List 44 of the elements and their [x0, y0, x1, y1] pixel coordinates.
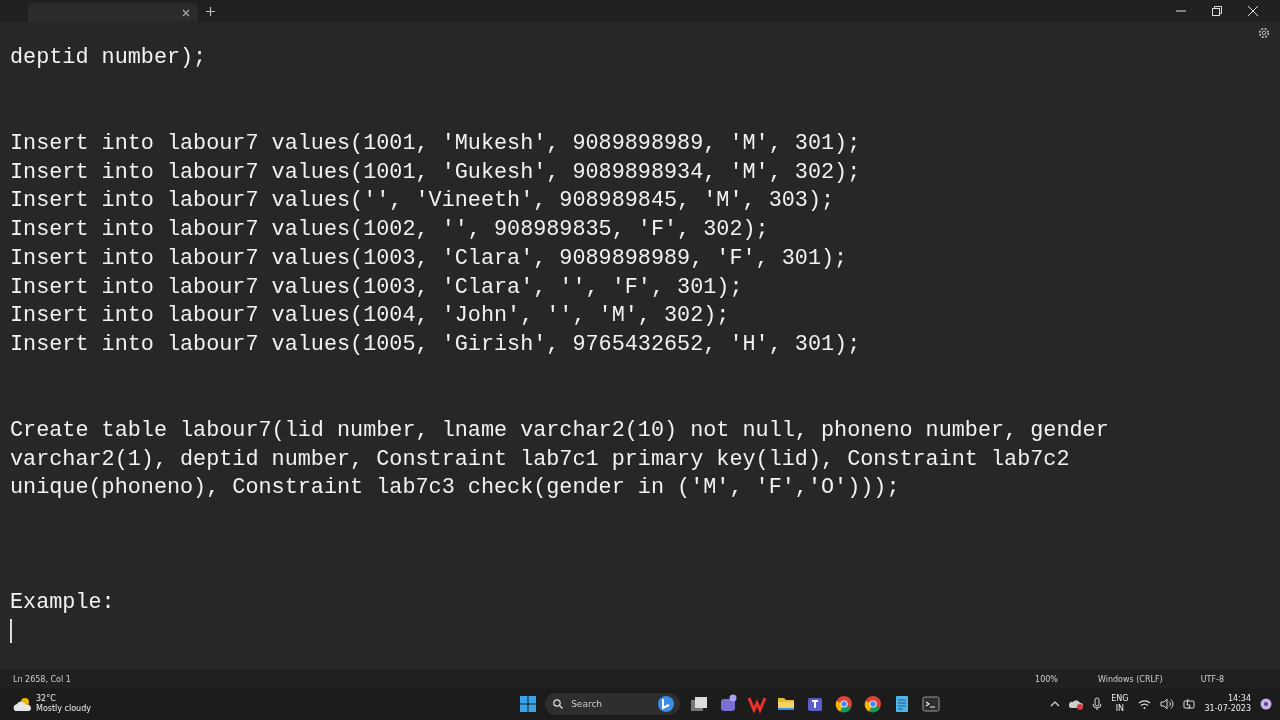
text-cursor: [10, 619, 12, 643]
settings-icon[interactable]: [1258, 27, 1270, 39]
microphone-icon[interactable]: [1092, 697, 1103, 711]
volume-icon[interactable]: [1159, 698, 1174, 710]
encoding: UTF-8: [1200, 674, 1224, 684]
code-line: Insert into labour7 values(1004, 'John', '', 'M', 302);: [10, 302, 730, 331]
code-line: Create table labour7(lid number, lname varchar2(10) not null, phoneno number, gender: [10, 416, 1109, 445]
browser-icon[interactable]: [834, 694, 855, 714]
plus-icon[interactable]: [206, 6, 215, 16]
temperature: 32°C: [36, 694, 57, 704]
code-line: Insert into labour7 values(1002, '', 908989835, 'F', 302);: [10, 216, 769, 245]
clock-time[interactable]: 14:34: [1227, 694, 1251, 704]
code-line: varchar2(1), deptid number, Constraint lab7c1 primary key(lid), Constraint lab7c2: [10, 445, 1070, 474]
code-line: Insert into labour7 values(1001, 'Gukesh', 9089898934, 'M', 302);: [10, 158, 861, 187]
clock-date[interactable]: 31-07-2023: [1204, 704, 1251, 714]
chat-icon[interactable]: [718, 694, 739, 714]
zoom-level: 100%: [1035, 674, 1058, 684]
cursor-position: Ln 2658, Col 1: [13, 674, 71, 684]
close-icon[interactable]: [182, 8, 190, 17]
bing-icon[interactable]: [656, 694, 677, 714]
chevron-up-icon[interactable]: [1050, 701, 1061, 707]
code-line: deptid number);: [10, 44, 207, 72]
code-line: Example:: [10, 589, 115, 618]
cloud-icon[interactable]: [1069, 698, 1084, 710]
weather-condition: Mostly cloudy: [36, 704, 91, 714]
terminal-icon[interactable]: [921, 694, 942, 714]
search-field[interactable]: Search: [545, 693, 681, 715]
search-icon: [553, 699, 564, 709]
language-indicator[interactable]: ENG: [1111, 694, 1129, 704]
browser-icon[interactable]: [863, 694, 884, 714]
code-line: unique(phoneno), Constraint lab7c3 check(gender in ('M', 'F','O')));: [10, 474, 900, 503]
code-line: Insert into labour7 values(1003, 'Clara', 9089898989, 'F', 301);: [10, 244, 848, 273]
code-line: Insert into labour7 values('', 'Vineeth', 908989845, 'M', 303);: [10, 187, 835, 216]
wifi-icon[interactable]: [1137, 699, 1151, 709]
maximize-icon[interactable]: [1212, 6, 1222, 16]
weather-icon[interactable]: [12, 696, 32, 712]
start-icon[interactable]: [520, 696, 537, 712]
code-line: Insert into labour7 values(1005, 'Girish', 9765432652, 'H', 301);: [10, 330, 861, 359]
line-ending: Windows (CRLF): [1097, 674, 1163, 684]
code-line: Insert into labour7 values(1001, 'Mukesh', 9089898989, 'M', 301);: [10, 130, 861, 159]
task-view-icon[interactable]: [689, 694, 710, 714]
code-line: Insert into labour7 values(1003, 'Clara', '', 'F', 301);: [10, 273, 743, 302]
language-indicator[interactable]: IN: [1115, 704, 1125, 714]
notification-icon[interactable]: [1260, 698, 1272, 710]
